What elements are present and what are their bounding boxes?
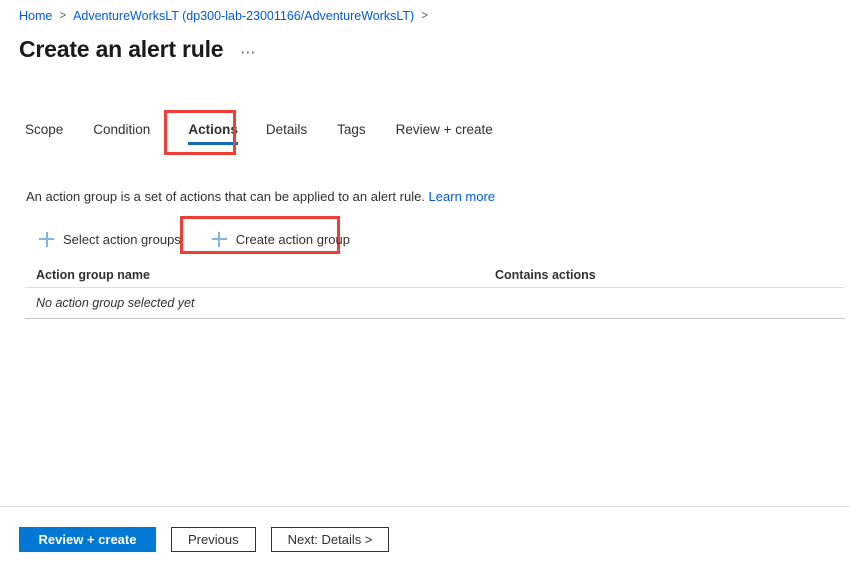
wizard-tabs: Scope Condition Actions Details Tags Rev… <box>25 118 493 149</box>
review-create-button[interactable]: Review + create <box>19 527 156 552</box>
create-action-group-label: Create action group <box>235 231 350 247</box>
wizard-footer: Review + create Previous Next: Details > <box>19 527 390 552</box>
tab-actions[interactable]: Actions <box>188 118 238 149</box>
action-group-description: An action group is a set of actions that… <box>26 188 495 206</box>
description-text: An action group is a set of actions that… <box>26 189 425 204</box>
table-row: No action group selected yet <box>25 288 845 319</box>
breadcrumb-item-home[interactable]: Home <box>19 8 52 25</box>
page-title: Create an alert rule <box>19 36 224 62</box>
breadcrumb: Home > AdventureWorksLT (dp300-lab-23001… <box>19 8 435 25</box>
column-header-action-group-name: Action group name <box>36 267 150 282</box>
more-options-icon[interactable]: ⋯ <box>240 45 257 60</box>
tab-details[interactable]: Details <box>266 118 307 149</box>
tab-review-create[interactable]: Review + create <box>396 118 493 149</box>
select-action-groups-label: Select action groups <box>63 231 181 247</box>
breadcrumb-separator-icon: > <box>59 10 67 22</box>
previous-button[interactable]: Previous <box>171 527 256 552</box>
action-command-bar: Select action groups Create action group <box>30 224 359 254</box>
plus-icon <box>39 231 54 247</box>
footer-divider <box>0 506 850 507</box>
tab-condition[interactable]: Condition <box>93 118 150 149</box>
table-header-row: Action group name Contains actions <box>25 262 845 288</box>
create-action-group-button[interactable]: Create action group <box>203 224 359 254</box>
next-details-button[interactable]: Next: Details > <box>270 527 390 552</box>
plus-icon <box>211 231 227 247</box>
empty-state-message: No action group selected yet <box>36 296 195 310</box>
select-action-groups-button[interactable]: Select action groups <box>30 224 190 254</box>
action-groups-table: Action group name Contains actions No ac… <box>25 262 845 319</box>
tab-scope[interactable]: Scope <box>25 118 63 149</box>
page-header: Create an alert rule ⋯ <box>19 34 257 64</box>
learn-more-link[interactable]: Learn more <box>429 189 495 204</box>
tab-tags[interactable]: Tags <box>337 118 366 149</box>
breadcrumb-item-adventureworkslt[interactable]: AdventureWorksLT (dp300-lab-23001166/Adv… <box>73 8 414 25</box>
column-header-contains-actions: Contains actions <box>495 267 596 282</box>
breadcrumb-separator-icon: > <box>421 10 428 22</box>
